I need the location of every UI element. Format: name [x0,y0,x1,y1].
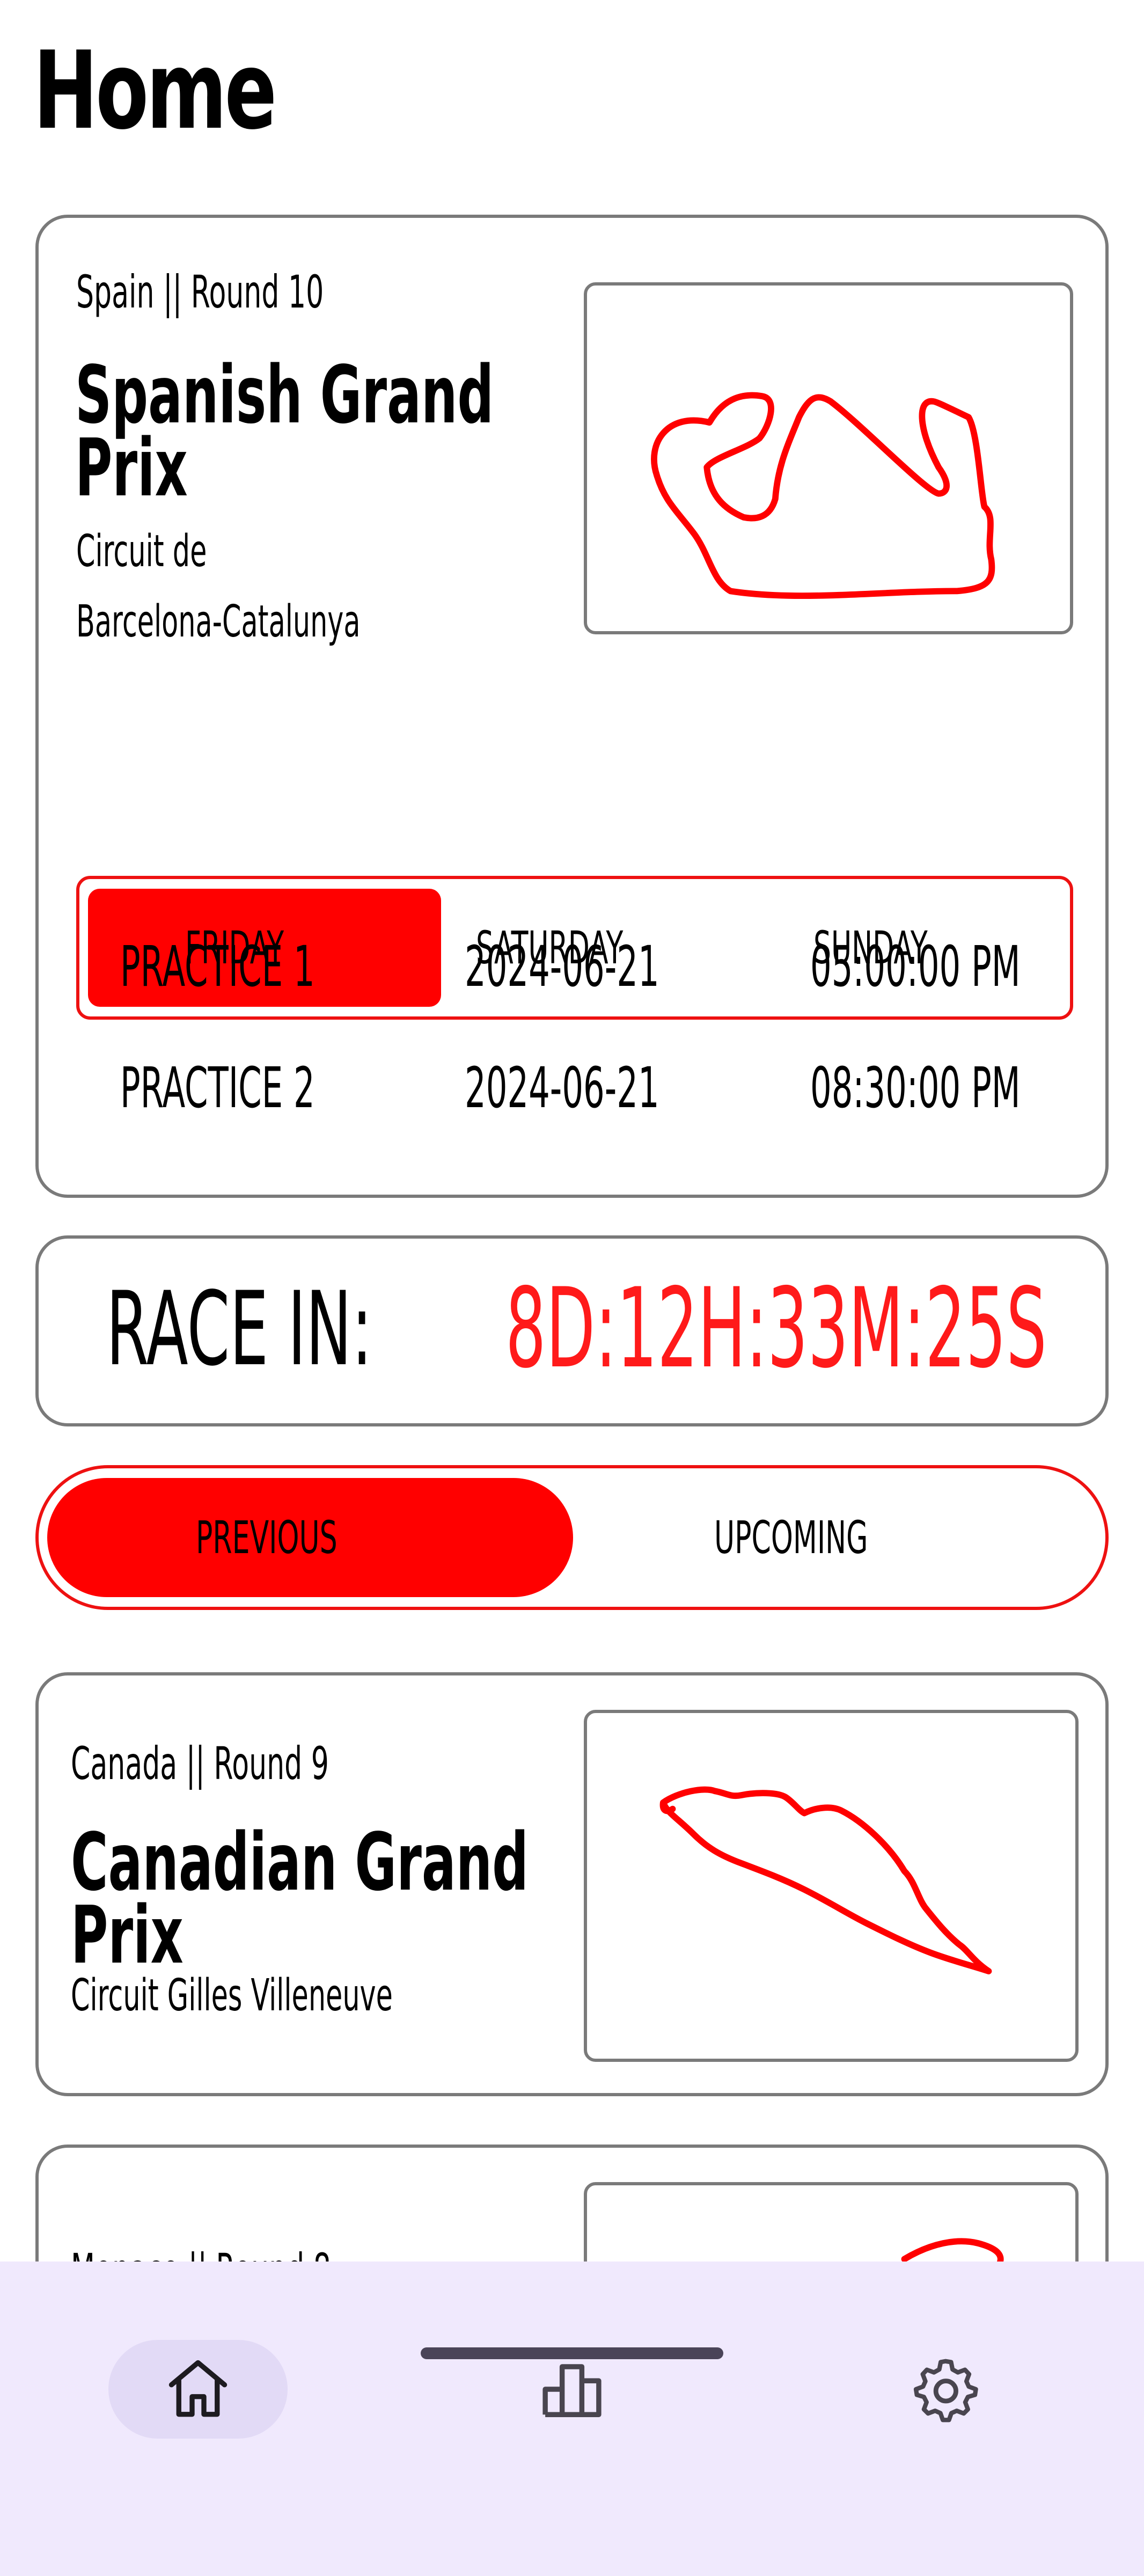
track-map [584,1710,1079,2062]
home-icon [168,2360,228,2417]
session-date: 2024-06-21 [465,934,659,999]
bottom-navigation-bar [0,2262,1144,2576]
countdown-label: RACE IN: [106,1270,372,1388]
race-countdown-card: RACE IN: 8D:12H:33M:25S [35,1235,1109,1426]
home-screen: Home Spain || Round 10 Spanish Grand Pri… [0,0,1144,2576]
session-row: PRACTICE 1 2024-06-21 05:00:00 PM [39,934,1105,999]
upcoming-button[interactable]: UPCOMING [575,1478,1101,1597]
countdown-value: 8D:12H:33M:25S [505,1265,1047,1393]
session-row: PRACTICE 2 2024-06-21 08:30:00 PM [39,1055,1105,1121]
settings-gear-icon [913,2359,978,2423]
previous-button[interactable]: PREVIOUS [47,1478,573,1597]
race-filter-toggle: PREVIOUS UPCOMING [35,1465,1109,1610]
page-title: Home [33,28,277,153]
system-home-indicator[interactable] [421,2347,723,2359]
session-name: PRACTICE 1 [120,934,315,999]
circuit-name: Circuit de Barcelona-Catalunya [76,526,361,648]
session-name: PRACTICE 2 [120,1055,315,1121]
session-date: 2024-06-21 [465,1055,659,1121]
current-race-card[interactable]: Spain || Round 10 Spanish Grand Prix Cir… [35,215,1109,1198]
session-time: 05:00:00 PM [810,934,1021,999]
race-round-label: Spain || Round 10 [76,266,324,318]
session-time: 08:30:00 PM [810,1055,1021,1121]
montreal-track-icon [659,1786,992,1974]
nav-home[interactable] [108,2340,288,2439]
race-list-item[interactable]: Canada || Round 9 Canadian Grand Prix Ci… [35,1672,1109,2096]
circuit-name: Circuit Gilles Villeneuve [71,1970,393,2021]
race-round-label: Canada || Round 9 [71,1737,329,1790]
barcelona-track-icon [651,392,995,599]
leaderboard-icon [542,2364,602,2417]
nav-settings[interactable] [892,2340,999,2439]
track-map [584,282,1073,634]
